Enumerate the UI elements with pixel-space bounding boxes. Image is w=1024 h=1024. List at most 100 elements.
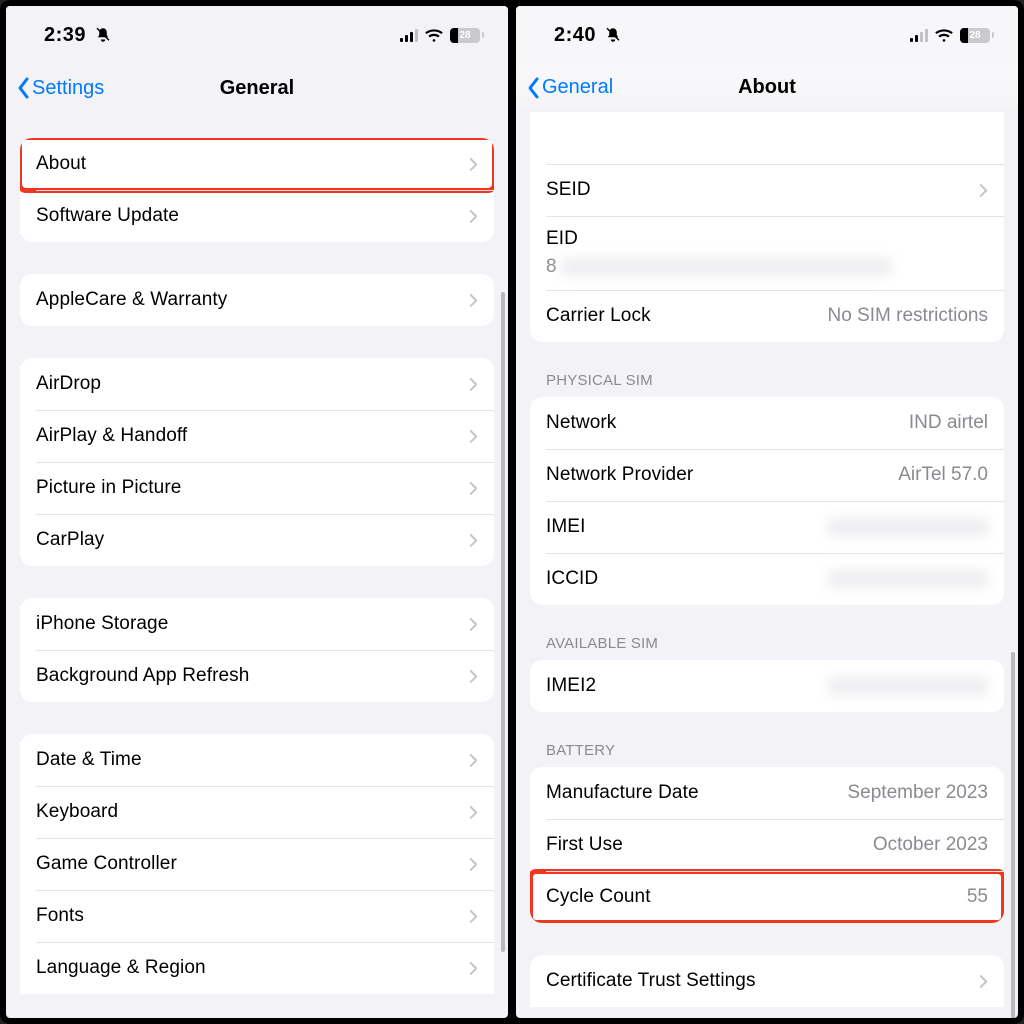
row-label: Network Provider — [546, 464, 898, 486]
settings-row[interactable]: IMEI — [530, 501, 1004, 553]
settings-row[interactable]: CarPlay — [20, 514, 494, 566]
chevron-right-icon — [469, 429, 478, 444]
settings-row[interactable]: AppleCare & Warranty — [20, 274, 494, 326]
row-label: ICCID — [546, 568, 828, 590]
settings-row[interactable]: Carrier LockNo SIM restrictions — [530, 290, 1004, 342]
row-label: Date & Time — [36, 749, 459, 771]
settings-group: IMEI2 — [530, 660, 1004, 712]
phone-about: 2:40 28 — [514, 4, 1020, 1020]
section-header: PHYSICAL SIM — [546, 372, 988, 389]
row-value: IND airtel — [909, 412, 988, 434]
chevron-right-icon — [469, 157, 478, 172]
dual-screenshot-frame: 2:39 28 — [0, 0, 1024, 1024]
navigation-bar: Settings General — [6, 64, 508, 112]
status-time: 2:40 — [554, 24, 596, 47]
chevron-right-icon — [469, 481, 478, 496]
settings-row[interactable]: About — [20, 138, 494, 190]
settings-row[interactable]: NetworkIND airtel — [530, 397, 1004, 449]
row-value: September 2023 — [848, 782, 989, 804]
battery-icon: 28 — [450, 28, 484, 43]
status-bar: 2:39 28 — [6, 6, 508, 64]
settings-group: AppleCare & Warranty — [20, 274, 494, 326]
row-label: Picture in Picture — [36, 477, 459, 499]
navigation-bar: General About — [516, 64, 1018, 112]
settings-row[interactable]: AirPlay & Handoff — [20, 410, 494, 462]
settings-row[interactable]: Picture in Picture — [20, 462, 494, 514]
status-bar: 2:40 28 — [516, 6, 1018, 64]
row-label: Software Update — [36, 205, 459, 227]
settings-row[interactable] — [530, 112, 1004, 164]
phone-general-settings: 2:39 28 — [4, 4, 510, 1020]
row-label: About — [36, 153, 459, 175]
cellular-signal-icon — [910, 28, 928, 42]
redacted-value — [828, 518, 988, 536]
settings-row[interactable]: AirDrop — [20, 358, 494, 410]
settings-row[interactable]: iPhone Storage — [20, 598, 494, 650]
row-label: AppleCare & Warranty — [36, 289, 459, 311]
settings-row[interactable]: Software Update — [20, 190, 494, 242]
row-label: AirPlay & Handoff — [36, 425, 459, 447]
settings-row[interactable]: SEID — [530, 164, 1004, 216]
battery-percent: 28 — [960, 28, 990, 43]
row-label: AirDrop — [36, 373, 459, 395]
chevron-right-icon — [469, 753, 478, 768]
about-content[interactable]: SEID EID 8 Carrier LockNo SIM restrictions P… — [516, 112, 1018, 1018]
scroll-indicator[interactable] — [1011, 652, 1015, 1018]
settings-row[interactable]: Cycle Count55 — [530, 871, 1004, 923]
row-label: First Use — [546, 834, 873, 856]
general-content[interactable]: About Software Update AppleCare & Warranty… — [6, 112, 508, 1018]
row-label: Keyboard — [36, 801, 459, 823]
chevron-right-icon — [469, 961, 478, 976]
row-value: 55 — [967, 886, 988, 908]
settings-row[interactable]: Date & Time — [20, 734, 494, 786]
settings-group: Date & Time Keyboard Game ControllerFonts L… — [20, 734, 494, 994]
silent-mode-icon — [94, 26, 112, 44]
status-time: 2:39 — [44, 24, 86, 47]
settings-group: NetworkIND airtelNetwork ProviderAirTel … — [530, 397, 1004, 605]
chevron-right-icon — [469, 293, 478, 308]
chevron-right-icon — [469, 805, 478, 820]
settings-row[interactable]: IMEI2 — [530, 660, 1004, 712]
chevron-left-icon — [526, 77, 540, 99]
section-header: BATTERY — [546, 742, 988, 759]
status-bar-right: 28 — [400, 28, 484, 43]
chevron-right-icon — [979, 974, 988, 989]
row-label: Background App Refresh — [36, 665, 459, 687]
settings-row[interactable]: Network ProviderAirTel 57.0 — [530, 449, 1004, 501]
scroll-indicator[interactable] — [501, 292, 505, 952]
settings-row[interactable]: Manufacture DateSeptember 2023 — [530, 767, 1004, 819]
wifi-icon — [934, 28, 954, 43]
wifi-icon — [424, 28, 444, 43]
settings-row[interactable]: Game Controller — [20, 838, 494, 890]
chevron-right-icon — [469, 377, 478, 392]
back-button[interactable]: Settings — [16, 77, 104, 100]
redacted-value — [828, 570, 988, 588]
settings-row[interactable]: First UseOctober 2023 — [530, 819, 1004, 871]
settings-row[interactable]: Fonts — [20, 890, 494, 942]
status-bar-left: 2:40 — [554, 24, 622, 47]
row-label: IMEI — [546, 516, 828, 538]
row-label: Certificate Trust Settings — [546, 970, 969, 992]
settings-row[interactable]: Background App Refresh — [20, 650, 494, 702]
status-bar-left: 2:39 — [44, 24, 112, 47]
settings-row[interactable]: Keyboard — [20, 786, 494, 838]
settings-row[interactable]: ICCID — [530, 553, 1004, 605]
section-header: AVAILABLE SIM — [546, 635, 988, 652]
back-button[interactable]: General — [526, 76, 613, 99]
row-label: EID — [546, 228, 578, 250]
eid-prefix: 8 — [546, 256, 557, 278]
row-label: CarPlay — [36, 529, 459, 551]
chevron-right-icon — [469, 857, 478, 872]
settings-row[interactable]: EID 8 — [530, 216, 1004, 290]
row-label: Language & Region — [36, 957, 459, 979]
settings-group: AirDrop AirPlay & Handoff Picture in Pictu… — [20, 358, 494, 566]
settings-row[interactable]: Certificate Trust Settings — [530, 955, 1004, 1007]
row-label: SEID — [546, 179, 969, 201]
row-label: Cycle Count — [546, 886, 967, 908]
settings-row[interactable]: Language & Region — [20, 942, 494, 994]
row-label: Manufacture Date — [546, 782, 848, 804]
settings-group: SEID EID 8 Carrier LockNo SIM restrictions — [530, 112, 1004, 342]
settings-group: Manufacture DateSeptember 2023First UseO… — [530, 767, 1004, 923]
redacted-value — [561, 258, 891, 276]
cellular-signal-icon — [400, 28, 418, 42]
